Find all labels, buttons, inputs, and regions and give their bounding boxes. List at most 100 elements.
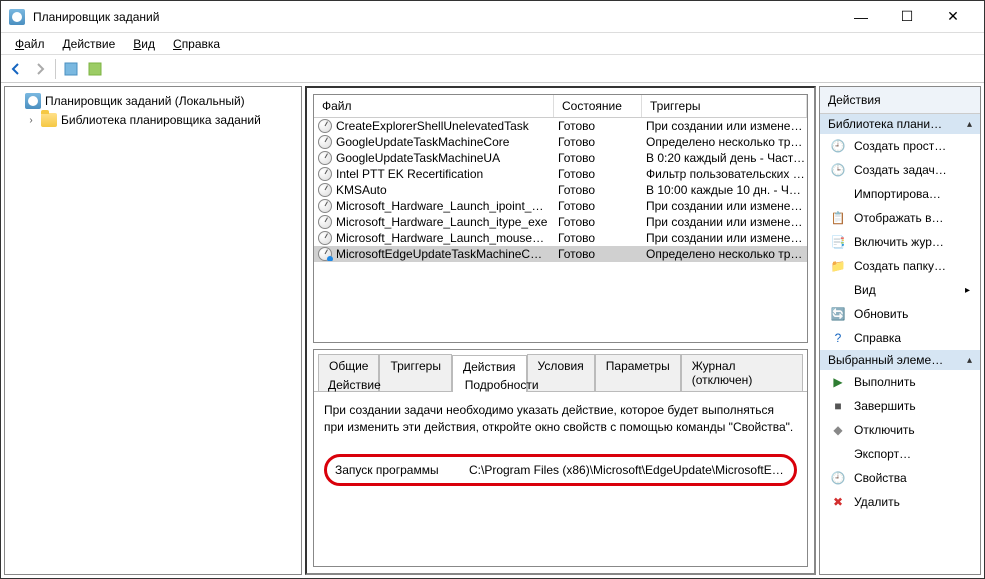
action-col-headers: Действие Подробности — [328, 378, 539, 392]
run[interactable]: ▶Выполнить — [820, 370, 980, 394]
tree-library[interactable]: › Библиотека планировщика заданий — [9, 111, 297, 129]
action-label: Удалить — [854, 495, 900, 509]
task-state: Готово — [554, 247, 642, 261]
end[interactable]: ■Завершить — [820, 394, 980, 418]
actions-pane: Действия Библиотека плани… ▴ 🕘 Создать пр… — [819, 86, 981, 575]
tree-root[interactable]: Планировщик заданий (Локальный) — [9, 91, 297, 111]
enable-history[interactable]: 📑Включить жур… — [820, 230, 980, 254]
tab-settings[interactable]: Параметры — [595, 354, 681, 391]
action-label: Отображать в… — [854, 211, 943, 225]
close-button[interactable]: ✕ — [930, 1, 976, 33]
delete[interactable]: ✖Удалить — [820, 490, 980, 514]
tab-desc: При создании задачи необходимо указать д… — [324, 402, 797, 436]
expand-icon[interactable]: › — [25, 115, 37, 126]
app-icon — [9, 9, 25, 25]
action-label: Экспорт… — [854, 447, 911, 461]
action-label: Обновить — [854, 307, 908, 321]
menu-file[interactable]: Файл — [7, 35, 53, 53]
table-row[interactable]: Microsoft_Hardware_Launch_itype_exeГотов… — [314, 214, 807, 230]
action-label: Выполнить — [854, 375, 916, 389]
table-row[interactable]: Intel PTT EK Recertification ГотовоФильтр… — [314, 166, 807, 182]
task-trigger: При создании или изменении зад — [642, 119, 807, 133]
clock-icon — [318, 135, 332, 149]
disable[interactable]: ◆ Отключить — [820, 418, 980, 442]
table-row[interactable]: KMSAutoГотовоВ 10:00 каждые 10 дн. - Час… — [314, 182, 807, 198]
collapse-icon: ▴ — [967, 119, 972, 130]
task-list: Файл Состояние Триггеры CreateExplorerSh… — [313, 94, 808, 343]
create-task[interactable]: 🕒 Создать задач… — [820, 158, 980, 182]
menu-help[interactable]: Справка — [165, 35, 228, 53]
task-name: KMSAuto — [336, 183, 387, 197]
actions-section-library[interactable]: Библиотека плани… ▴ — [820, 114, 980, 134]
create-basic-task-icon: 🕘 — [830, 138, 846, 154]
properties[interactable]: 🕘Свойства — [820, 466, 980, 490]
task-name: GoogleUpdateTaskMachineCore — [336, 135, 509, 149]
action-row[interactable]: Запуск программы C:\Program Files (x86)\… — [335, 463, 786, 477]
display-running-icon: 📋 — [830, 210, 846, 226]
task-state: Готово — [554, 167, 642, 181]
help-icon: ? — [830, 330, 846, 346]
clock-icon — [318, 215, 332, 229]
help[interactable]: ?Справка — [820, 326, 980, 350]
task-name: GoogleUpdateTaskMachineUA — [336, 151, 500, 165]
tab-body: При создании задачи необходимо указать д… — [314, 392, 807, 566]
table-row[interactable]: GoogleUpdateTaskMachineUAГотовоВ 0:20 ка… — [314, 150, 807, 166]
new-folder-icon: 📁 — [830, 258, 846, 274]
minimize-button[interactable]: — — [838, 1, 884, 33]
refresh-icon: 🔄 — [830, 306, 846, 322]
clock-icon — [318, 183, 332, 197]
create-task-icon: 🕒 — [830, 162, 846, 178]
action-type: Запуск программы — [335, 463, 455, 477]
disable-icon: ◆ — [830, 422, 846, 438]
refresh[interactable]: 🔄 Обновить — [820, 302, 980, 326]
action-label: Создать прост… — [854, 139, 946, 153]
menu-view[interactable]: Вид — [125, 35, 163, 53]
import-task[interactable]: Импортирова… — [820, 182, 980, 206]
task-rows: CreateExplorerShellUnelevatedTaskГотовоП… — [314, 118, 807, 342]
maximize-button[interactable]: ☐ — [884, 1, 930, 33]
table-row[interactable]: Microsoft_Hardware_Launch_mouse…ГотовоПр… — [314, 230, 807, 246]
table-row[interactable]: Microsoft_Hardware_Launch_ipoint_… Готово… — [314, 198, 807, 214]
col-triggers[interactable]: Триггеры — [642, 95, 807, 117]
tab-history[interactable]: Журнал (отключен) — [681, 354, 803, 391]
display-running[interactable]: 📋 Отображать в… — [820, 206, 980, 230]
forward-button[interactable] — [29, 58, 51, 80]
task-state: Готово — [554, 215, 642, 229]
actions-section-selected[interactable]: Выбранный элеме… ▴ — [820, 350, 980, 370]
task-state: Готово — [554, 199, 642, 213]
task-trigger: Фильтр пользовательских событи — [642, 167, 807, 181]
table-row[interactable]: CreateExplorerShellUnelevatedTaskГотовоП… — [314, 118, 807, 134]
menu-action[interactable]: Действие — [55, 35, 124, 53]
task-trigger: В 0:20 каждый день - Частота пов — [642, 151, 807, 165]
col-state[interactable]: Состояние — [554, 95, 642, 117]
table-row[interactable]: GoogleUpdateTaskMachineCoreГотовоОпредел… — [314, 134, 807, 150]
task-trigger: Определено несколько триггеров — [642, 247, 807, 261]
tree-panel: Планировщик заданий (Локальный) › Библио… — [4, 86, 302, 575]
actions-pane-title: Действия — [820, 87, 980, 114]
col-action: Действие — [328, 378, 381, 392]
back-button[interactable] — [5, 58, 27, 80]
action-label: Создать папку… — [854, 259, 946, 273]
tree-root-label: Планировщик заданий (Локальный) — [45, 94, 245, 108]
enable-history-icon: 📑 — [830, 234, 846, 250]
export[interactable]: Экспорт… — [820, 442, 980, 466]
toolbar-icon[interactable] — [60, 58, 82, 80]
col-name[interactable]: Файл — [314, 95, 554, 117]
clock-icon — [318, 199, 332, 213]
action-label: Отключить — [854, 423, 915, 437]
toolbar-icon2[interactable] — [84, 58, 106, 80]
menubar: Файл Действие Вид Справка — [1, 33, 984, 55]
clock-icon — [318, 151, 332, 165]
detail-panel: Общие Триггеры Действия Условия Параметр… — [313, 349, 808, 567]
table-row[interactable]: MicrosoftEdgeUpdateTaskMachineC… ГотовоОп… — [314, 246, 807, 262]
create-basic-task[interactable]: 🕘 Создать прост… — [820, 134, 980, 158]
task-name: Microsoft_Hardware_Launch_ipoint_… — [336, 199, 543, 213]
task-name: Intel PTT EK Recertification — [336, 167, 483, 181]
titlebar: Планировщик заданий — ☐ ✕ — [1, 1, 984, 33]
view[interactable]: Вид ▸ — [820, 278, 980, 302]
window-title: Планировщик заданий — [33, 10, 838, 24]
new-folder[interactable]: 📁 Создать папку… — [820, 254, 980, 278]
action-label: Импортирова… — [854, 187, 941, 201]
task-name: MicrosoftEdgeUpdateTaskMachineC… — [336, 247, 542, 261]
action-label: Создать задач… — [854, 163, 947, 177]
